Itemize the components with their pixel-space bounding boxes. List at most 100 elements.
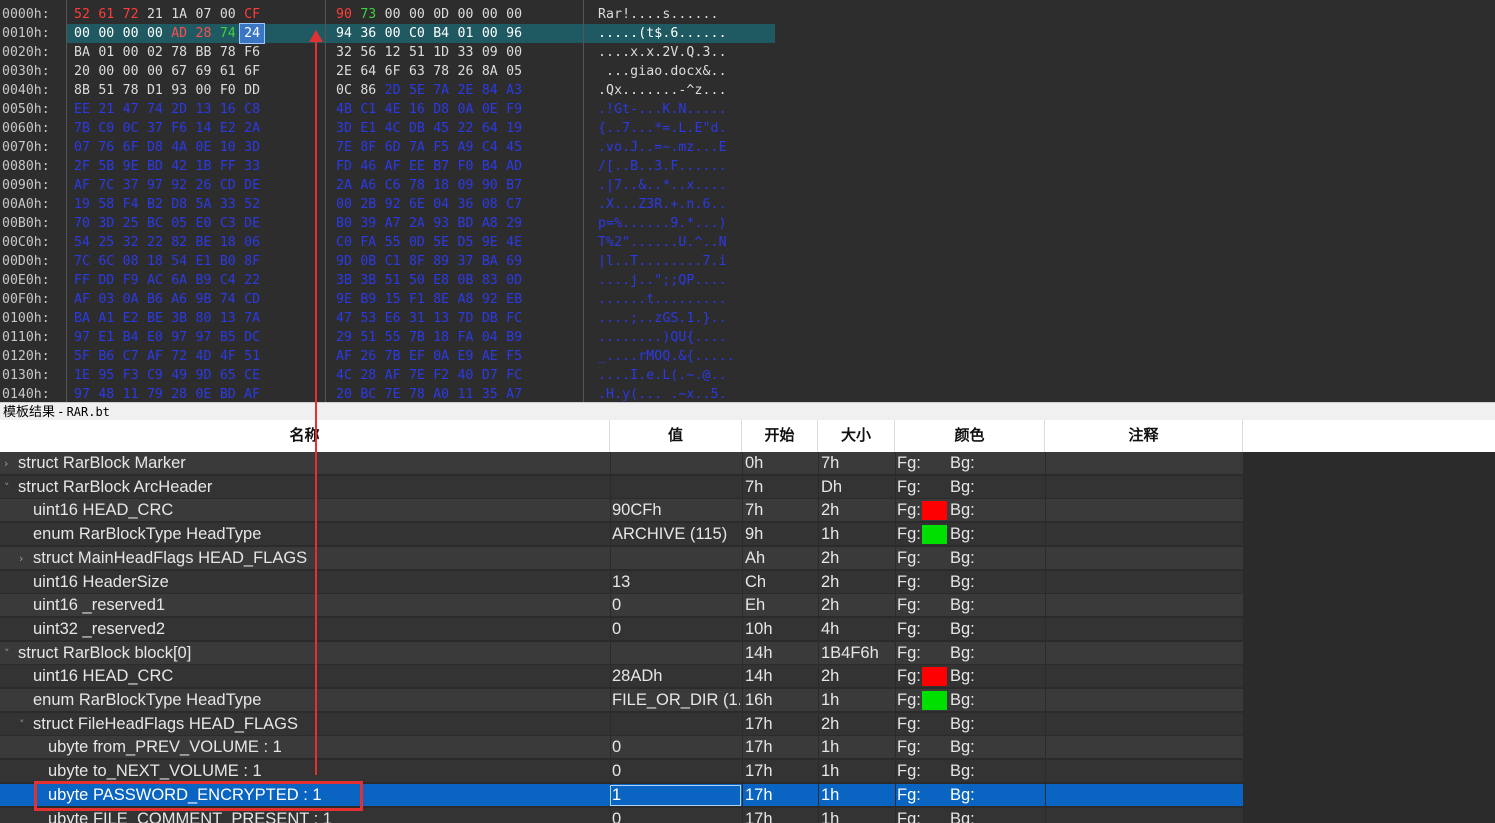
- hex-byte[interactable]: B9: [356, 290, 380, 309]
- hex-ascii[interactable]: ......t.........: [598, 290, 773, 309]
- hex-byte[interactable]: 82: [167, 233, 191, 252]
- column-header-value[interactable]: 值: [610, 420, 742, 452]
- hex-byte[interactable]: 29: [502, 214, 526, 233]
- hex-byte[interactable]: 36: [454, 195, 478, 214]
- hex-byte[interactable]: CD: [240, 290, 264, 309]
- hex-byte[interactable]: 5E: [405, 81, 429, 100]
- table-row[interactable]: uint16 HeaderSize 13 Ch 2h Fg: Bg:: [0, 570, 1495, 595]
- hex-byte[interactable]: A6: [167, 290, 191, 309]
- hex-byte[interactable]: 07: [70, 138, 94, 157]
- hex-byte[interactable]: BD: [454, 214, 478, 233]
- hex-byte[interactable]: 39: [356, 214, 380, 233]
- hex-byte[interactable]: 7B: [381, 347, 405, 366]
- hex-byte[interactable]: F0: [454, 157, 478, 176]
- hex-byte[interactable]: B0: [332, 214, 356, 233]
- hex-byte[interactable]: F4: [119, 195, 143, 214]
- hex-byte[interactable]: 18: [143, 252, 167, 271]
- hex-byte[interactable]: 04: [429, 195, 453, 214]
- hex-byte[interactable]: 90: [478, 176, 502, 195]
- hex-byte[interactable]: 33: [216, 195, 240, 214]
- hex-byte[interactable]: AC: [143, 271, 167, 290]
- hex-row[interactable]: 0120h: 5F B6 C7 AF 72 4D 4F 51 AF 26 7B EF 0A E9 AE F5 _.…: [0, 347, 1495, 366]
- hex-byte[interactable]: B4: [119, 328, 143, 347]
- hex-byte[interactable]: 11: [454, 385, 478, 402]
- hex-byte[interactable]: 80: [192, 309, 216, 328]
- hex-byte[interactable]: 37: [119, 176, 143, 195]
- hex-row[interactable]: 00A0h: 19 58 F4 B2 D8 5A 33 52 00 2B 92 6E 04 36 08 C7 .X…: [0, 195, 1495, 214]
- hex-byte[interactable]: 7A: [429, 81, 453, 100]
- hex-byte[interactable]: E9: [454, 347, 478, 366]
- hex-byte[interactable]: 4F: [216, 347, 240, 366]
- table-row[interactable]: uint16 _reserved1 0 Eh 2h Fg: Bg:: [0, 594, 1495, 618]
- hex-byte[interactable]: B5: [216, 328, 240, 347]
- hex-byte[interactable]: E1: [356, 119, 380, 138]
- hex-byte[interactable]: B6: [143, 290, 167, 309]
- hex-byte[interactable]: 29: [332, 328, 356, 347]
- hex-byte[interactable]: DB: [405, 119, 429, 138]
- hex-byte[interactable]: 18: [429, 176, 453, 195]
- hex-row[interactable]: 0070h: 07 76 6F D8 4A 0E 10 3D 7E 8F 6D 7A F5 A9 C4 45 .v…: [0, 138, 1495, 157]
- hex-byte[interactable]: 10: [216, 138, 240, 157]
- hex-editor-panel[interactable]: 0000h: 52 61 72 21 1A 07 00 CF 90 73 00 00 0D 00 00 00 Ra…: [0, 0, 1495, 402]
- hex-byte[interactable]: D7: [478, 366, 502, 385]
- hex-byte[interactable]: 7C: [94, 176, 118, 195]
- hex-byte[interactable]: 37: [454, 252, 478, 271]
- hex-byte[interactable]: 19: [70, 195, 94, 214]
- hex-byte[interactable]: 0A: [119, 290, 143, 309]
- hex-byte[interactable]: 63: [405, 62, 429, 81]
- hex-byte[interactable]: F2: [429, 366, 453, 385]
- hex-row[interactable]: 00D0h: 7C 6C 08 18 54 E1 B0 8F 9D 0B C1 8F 89 37 BA 69 |l…: [0, 252, 1495, 271]
- hex-byte[interactable]: 21: [94, 100, 118, 119]
- hex-ascii[interactable]: T%2"......U.^..N: [598, 233, 773, 252]
- hex-byte[interactable]: DE: [240, 214, 264, 233]
- hex-byte[interactable]: 4B: [332, 100, 356, 119]
- hex-byte[interactable]: E2: [119, 309, 143, 328]
- hex-byte[interactable]: E0: [143, 328, 167, 347]
- hex-byte[interactable]: 16: [405, 100, 429, 119]
- hex-byte[interactable]: 4A: [167, 138, 191, 157]
- hex-byte[interactable]: 02: [143, 43, 167, 62]
- hex-ascii[interactable]: .....(t$.6......: [598, 24, 773, 43]
- hex-byte[interactable]: 3B: [167, 309, 191, 328]
- hex-ascii[interactable]: _....rMOQ.&{.....: [598, 347, 773, 366]
- hex-byte[interactable]: 09: [478, 43, 502, 62]
- hex-byte[interactable]: 97: [70, 385, 94, 402]
- hex-ascii[interactable]: ...giao.docx&..: [598, 62, 773, 81]
- hex-byte[interactable]: F5: [429, 138, 453, 157]
- hex-byte[interactable]: 5E: [429, 233, 453, 252]
- hex-byte[interactable]: 00: [216, 5, 240, 24]
- chevron-down-icon[interactable]: ˅: [4, 642, 10, 665]
- hex-row[interactable]: 0130h: 1E 95 F3 C9 49 9D 65 CE 4C 28 AF 7E F2 40 D7 FC..…: [0, 366, 1495, 385]
- hex-row[interactable]: 00C0h: 54 25 32 22 82 BE 18 06 C0 FA 55 0D 5E D5 9E 4E T%…: [0, 233, 1495, 252]
- hex-byte[interactable]: 33: [240, 157, 264, 176]
- hex-byte[interactable]: 78: [405, 176, 429, 195]
- hex-byte[interactable]: 25: [94, 233, 118, 252]
- hex-byte[interactable]: AE: [478, 347, 502, 366]
- hex-row[interactable]: 0050h: EE 21 47 74 2D 13 16 C8 4B C1 4E 16 D8 0A 0E F9.!…: [0, 100, 1495, 119]
- hex-byte[interactable]: B4: [429, 24, 453, 43]
- hex-byte[interactable]: 01: [94, 43, 118, 62]
- hex-byte[interactable]: 54: [70, 233, 94, 252]
- hex-byte[interactable]: 6A: [167, 271, 191, 290]
- hex-byte[interactable]: A9: [454, 138, 478, 157]
- chevron-right-icon[interactable]: ›: [4, 452, 8, 475]
- hex-byte[interactable]: 6F: [119, 138, 143, 157]
- hex-byte[interactable]: E0: [192, 214, 216, 233]
- hex-byte[interactable]: 4E: [381, 100, 405, 119]
- hex-byte[interactable]: 00: [405, 5, 429, 24]
- hex-byte[interactable]: 26: [192, 176, 216, 195]
- hex-byte[interactable]: 0B: [356, 252, 380, 271]
- hex-byte[interactable]: DE: [240, 176, 264, 195]
- hex-byte[interactable]: 4E: [502, 233, 526, 252]
- hex-byte[interactable]: 9D: [332, 252, 356, 271]
- hex-byte[interactable]: 04: [478, 328, 502, 347]
- hex-byte[interactable]: 3B: [332, 271, 356, 290]
- hex-byte[interactable]: 9B: [192, 290, 216, 309]
- hex-byte[interactable]: 8A: [478, 62, 502, 81]
- hex-byte[interactable]: 00: [94, 24, 118, 43]
- hex-byte[interactable]: FF: [216, 157, 240, 176]
- hex-byte[interactable]: 7E: [381, 385, 405, 402]
- column-header-comment[interactable]: 注释: [1045, 420, 1243, 452]
- hex-row[interactable]: 0110h: 97 E1 B4 E0 97 97 B5 DC 29 51 55 7B 18 FA 04 B9..…: [0, 328, 1495, 347]
- hex-byte[interactable]: C1: [381, 252, 405, 271]
